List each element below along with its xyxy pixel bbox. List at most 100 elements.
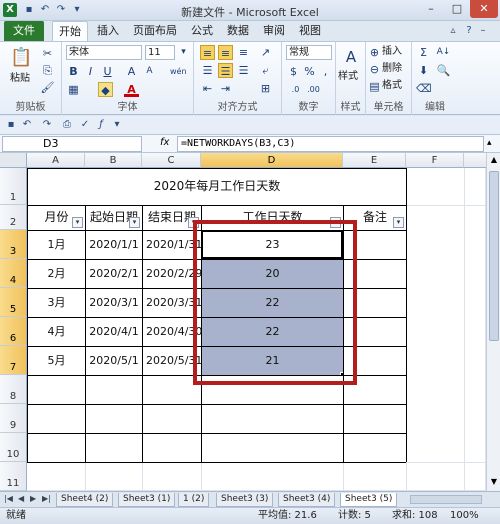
restore-button[interactable]: □ [444,0,470,18]
insert-cells-button[interactable]: 插入 [382,45,402,59]
sheet-tab[interactable]: Sheet3 (1) [118,493,176,507]
increase-indent-icon[interactable]: ⇥ [218,81,233,96]
vertical-scrollbar[interactable]: ▲ ▼ [486,153,500,491]
decrease-decimal-icon[interactable]: .00 [306,82,321,97]
select-all-corner[interactable] [0,153,27,168]
column-header-c[interactable]: C [142,153,201,168]
cut-icon[interactable]: ✂ [40,46,55,61]
increase-decimal-icon[interactable]: .0 [288,82,303,97]
underline-button[interactable]: U [100,64,115,79]
fill-icon[interactable]: ⬇ [416,63,431,78]
format-cells-icon[interactable]: ▤ [367,79,382,94]
cell-month[interactable]: 4月 [28,317,85,346]
row-header-5[interactable]: 5 [0,288,27,317]
column-header-f[interactable]: F [406,153,464,168]
sheet-nav-first-icon[interactable]: |◀ [4,494,13,503]
tab-file[interactable]: 文件 [4,21,44,41]
row-header-6[interactable]: 6 [0,317,27,346]
cell-start-date[interactable]: 2020/1/1 [86,230,142,259]
wrap-text-icon[interactable]: ⤶ [258,63,273,78]
column-header-d[interactable]: D [201,153,343,168]
horizontal-scrollbar[interactable] [410,495,482,504]
styles-button[interactable]: 样式 [338,70,358,84]
redo-icon[interactable]: ↷ [40,118,54,132]
tab-home[interactable]: 开始 [52,21,88,41]
row-header-10[interactable]: 10 [0,433,27,462]
sheet-tab[interactable]: Sheet4 (2) [56,493,114,507]
increase-font-button[interactable]: A [124,64,139,79]
filter-dropdown-button[interactable]: ▾ [129,217,140,228]
find-select-icon[interactable]: 🔍 [436,63,451,78]
comma-button[interactable]: , [318,64,333,79]
align-center-icon[interactable]: ☰ [218,63,233,78]
font-size-dropdown-icon[interactable]: ▾ [176,45,191,60]
sheet-tab[interactable]: 1 (2) [178,493,210,507]
autosum-button[interactable]: Σ [416,45,431,60]
row-header-7[interactable]: 7 [0,346,27,375]
spell-check-icon[interactable]: ✓ [78,118,92,132]
cell-month[interactable]: 2月 [28,259,85,288]
row-header-9[interactable]: 9 [0,404,27,433]
paste-icon[interactable]: 📋 [10,46,32,70]
scroll-down-icon[interactable]: ▼ [489,477,499,487]
row-header-4[interactable]: 4 [0,259,27,288]
font-color-button[interactable]: A [124,82,139,97]
fill-color-icon[interactable]: ◆ [98,82,113,97]
row-header-8[interactable]: 8 [0,375,27,404]
paste-button[interactable]: 粘贴 [10,72,30,86]
column-header-a[interactable]: A [27,153,85,168]
align-right-icon[interactable]: ☰ [236,63,251,78]
worksheet-grid[interactable]: A B C D E F 1 2 3 4 5 6 7 8 9 10 11 2020… [0,153,486,491]
format-cells-button[interactable]: 格式 [382,79,402,93]
bold-button[interactable]: B [66,64,81,79]
help-icon[interactable]: ? [462,24,476,38]
save-icon[interactable]: ▪ [4,118,18,132]
scroll-up-icon[interactable]: ▲ [489,155,499,165]
cell-month[interactable]: 1月 [28,230,85,259]
number-format-box[interactable]: 常规 [286,45,332,60]
customize-qat-icon[interactable]: ▾ [110,118,124,132]
tab-insert[interactable]: 插入 [92,21,124,41]
row-header-11[interactable]: 11 [0,462,27,491]
delete-cells-button[interactable]: 删除 [382,62,402,76]
font-size-box[interactable]: 11 [145,45,175,60]
align-top-icon[interactable]: ≡ [200,45,215,60]
formula-input[interactable]: =NETWORKDAYS(B3,C3) [177,136,484,152]
cell-start-date[interactable]: 2020/3/1 [86,288,142,317]
orientation-icon[interactable]: ↗ [258,45,273,60]
decrease-indent-icon[interactable]: ⇤ [200,81,215,96]
cell-month[interactable]: 3月 [28,288,85,317]
insert-cells-icon[interactable]: ⊕ [367,45,382,60]
tab-formulas[interactable]: 公式 [186,21,218,41]
borders-icon[interactable]: ▦ [66,82,81,97]
print-preview-icon[interactable]: ⎙ [60,118,74,132]
expand-formula-icon[interactable]: ▴ [487,138,492,148]
column-header-e[interactable]: E [343,153,406,168]
scrollbar-thumb[interactable] [489,171,499,341]
align-bottom-icon[interactable]: ≡ [236,45,251,60]
percent-button[interactable]: % [302,64,317,79]
sheet-tab[interactable]: Sheet3 (3) [216,493,274,507]
row-header-1[interactable]: 1 [0,168,27,205]
sheet-nav-prev-icon[interactable]: ◀ [18,494,24,503]
function-icon[interactable]: ƒ [94,118,108,132]
cell-start-date[interactable]: 2020/4/1 [86,317,142,346]
tab-page-layout[interactable]: 页面布局 [128,21,182,41]
decrease-font-button[interactable]: A [142,64,157,79]
row-header-2[interactable]: 2 [0,205,27,230]
filter-dropdown-button[interactable]: ▾ [72,217,83,228]
clear-icon[interactable]: ⌫ [416,81,432,96]
ribbon-minimize-icon[interactable]: ▵ [446,24,460,38]
delete-cells-icon[interactable]: ⊖ [367,62,382,77]
currency-button[interactable]: $ [286,64,301,79]
workbook-minimize-icon[interactable]: – [476,24,490,38]
filter-dropdown-button[interactable]: ▾ [393,217,404,228]
format-painter-icon[interactable]: 🖌 [40,80,55,95]
name-box[interactable]: D3 [2,136,142,152]
align-middle-icon[interactable]: ≡ [218,45,233,60]
column-header-g[interactable] [464,153,486,168]
close-button[interactable]: ✕ [470,0,498,18]
cell-month[interactable]: 5月 [28,346,85,375]
font-name-box[interactable]: 宋体 [66,45,142,60]
italic-button[interactable]: I [83,64,98,79]
